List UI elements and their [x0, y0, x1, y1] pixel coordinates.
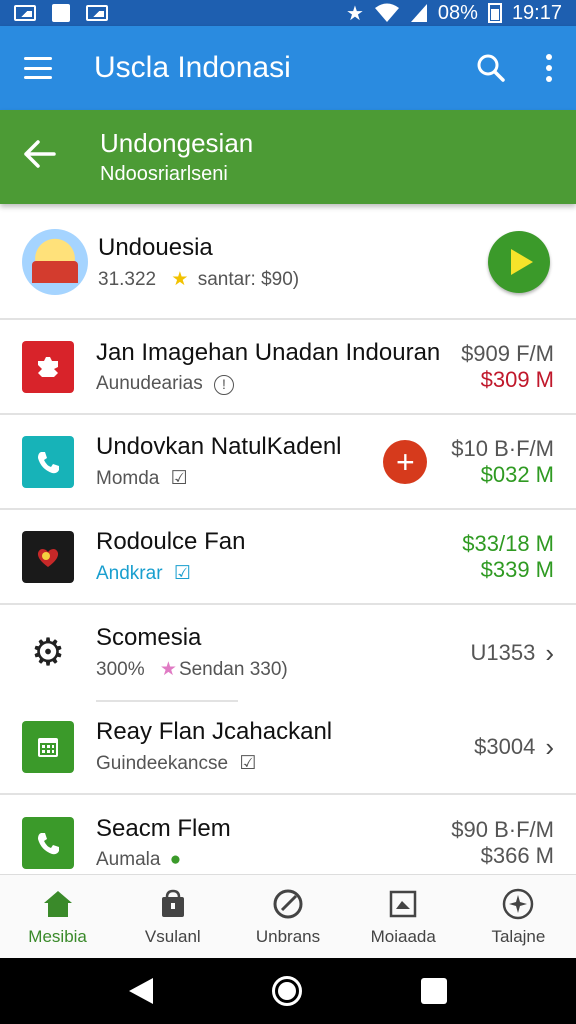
- featured-title: Undouesia: [98, 233, 213, 261]
- bag-icon: [156, 887, 190, 921]
- nav-label: Vsulanl: [144, 926, 201, 946]
- item-subtitle: Aumala ●: [96, 848, 182, 870]
- item-price-secondary: $309 M: [480, 366, 554, 392]
- checkbox-icon: ☑: [173, 563, 191, 584]
- leaf-icon: ●: [169, 848, 182, 870]
- clock: 19:17: [511, 1, 562, 24]
- item-price-secondary: $339 M: [480, 556, 554, 582]
- app-notification-icon: [52, 4, 70, 22]
- item-list: Undouesia 31.322 ★ santar: $90) Jan Imag…: [0, 206, 576, 890]
- star-icon: ★: [345, 2, 364, 25]
- nav-label: Moiaada: [370, 926, 436, 946]
- list-item[interactable]: Rodoulce Fan Andkrar ☑ $33/18 M $339 M: [0, 510, 576, 605]
- app-logo-icon: [22, 530, 74, 583]
- search-icon[interactable]: [476, 53, 506, 83]
- gear-icon: ⚙: [30, 632, 66, 674]
- image-icon: [386, 887, 420, 921]
- nav-item-compass[interactable]: Unbrans: [230, 875, 345, 958]
- nav-item-image[interactable]: Moiaada: [346, 875, 461, 958]
- wifi-icon: [374, 3, 399, 22]
- item-price-primary: $909 F/M: [461, 340, 554, 366]
- chevron-right-icon: ›: [545, 637, 554, 668]
- item-title: Scomesia: [96, 624, 202, 651]
- nav-item-badge[interactable]: Talajne: [461, 875, 576, 958]
- checkbox-icon: ☑: [239, 753, 257, 774]
- item-value: $3004: [474, 733, 536, 759]
- photo-notification-icon: [86, 5, 108, 21]
- section-title: Undongesian: [100, 128, 254, 158]
- item-subtitle: Andkrar ☑: [96, 563, 191, 584]
- menu-icon[interactable]: [24, 57, 52, 79]
- rating-star-icon: ★: [159, 659, 177, 680]
- system-home-icon[interactable]: [271, 976, 302, 1006]
- nav-item-home[interactable]: Mesibia: [0, 875, 115, 958]
- item-subtitle: Guindeekancse ☑: [96, 753, 257, 774]
- home-icon: [41, 887, 75, 921]
- system-recents-icon[interactable]: [420, 978, 447, 1004]
- item-price-primary: $90 B·F/M: [451, 816, 554, 842]
- battery-icon: [487, 3, 502, 23]
- play-icon: [510, 249, 533, 275]
- rating-star-icon: ★: [171, 268, 189, 290]
- featured-meta: 31.322 ★ santar: $90): [98, 268, 300, 290]
- nav-label: Talajne: [491, 926, 546, 946]
- list-item[interactable]: Undovkan NatulKadenl Momda ☑ + $10 B·F/M…: [0, 415, 576, 510]
- item-title: Seacm Flem: [96, 814, 231, 842]
- section-header: Undongesian Ndoosriarlseni: [0, 110, 576, 204]
- play-button[interactable]: [488, 231, 550, 293]
- app-title: Uscla Indonasi: [94, 51, 291, 84]
- puzzle-icon: [22, 340, 74, 393]
- item-price-primary: $33/18 M: [462, 530, 554, 556]
- info-icon: !: [213, 374, 234, 395]
- compass-icon: [271, 887, 305, 921]
- nav-label: Mesibia: [28, 926, 87, 946]
- star-badge-icon: [501, 887, 535, 921]
- system-navigation-bar: [0, 958, 576, 1024]
- back-arrow-icon[interactable]: [24, 138, 74, 177]
- item-title: Undovkan NatulKadenl: [96, 433, 342, 460]
- item-value: U1353: [470, 639, 536, 665]
- status-bar: ★ 08% 19:17: [0, 0, 576, 26]
- app-bar: Uscla Indonasi: [0, 26, 576, 110]
- item-price-primary: $10 B·F/M: [451, 435, 554, 461]
- list-item[interactable]: Reay Flan Jcahackanl Guindeekancse ☑ $30…: [0, 700, 576, 795]
- list-item[interactable]: Jan Imagehan Unadan Indouran Aunudearias…: [0, 320, 576, 415]
- item-subtitle: 300% ★ Sendan 330): [96, 659, 288, 680]
- battery-percent: 08%: [437, 1, 478, 24]
- indonesia-emblem-icon: [22, 229, 88, 295]
- item-subtitle: Momda ☑: [96, 468, 188, 489]
- add-button[interactable]: +: [383, 439, 428, 484]
- calendar-icon: [22, 720, 74, 773]
- phone-icon: [22, 435, 74, 488]
- image-notification-icon: [14, 5, 36, 21]
- bottom-navigation: Mesibia Vsulanl Unbrans Moiaada Talajne: [0, 874, 576, 958]
- item-title: Rodoulce Fan: [96, 528, 246, 555]
- section-subtitle: Ndoosriarlseni: [100, 163, 228, 185]
- item-title: Reay Flan Jcahackanl: [96, 718, 333, 745]
- item-title: Jan Imagehan Unadan Indouran: [96, 338, 441, 366]
- overflow-menu-icon[interactable]: [546, 54, 552, 82]
- featured-item[interactable]: Undouesia 31.322 ★ santar: $90): [0, 206, 576, 320]
- list-item[interactable]: ⚙ Scomesia 300% ★ Sendan 330) U1353 ›: [0, 605, 576, 702]
- nav-item-bag[interactable]: Vsulanl: [115, 875, 230, 958]
- item-subtitle: Aunudearias !: [96, 373, 440, 395]
- item-price-secondary: $032 M: [480, 461, 554, 487]
- phone-icon: [22, 816, 74, 869]
- checkbox-icon: ☑: [170, 468, 188, 489]
- item-price-secondary: $366 M: [480, 842, 554, 868]
- signal-icon: [410, 4, 427, 22]
- system-back-icon[interactable]: [129, 978, 154, 1004]
- nav-label: Unbrans: [255, 926, 321, 946]
- chevron-right-icon: ›: [545, 731, 554, 762]
